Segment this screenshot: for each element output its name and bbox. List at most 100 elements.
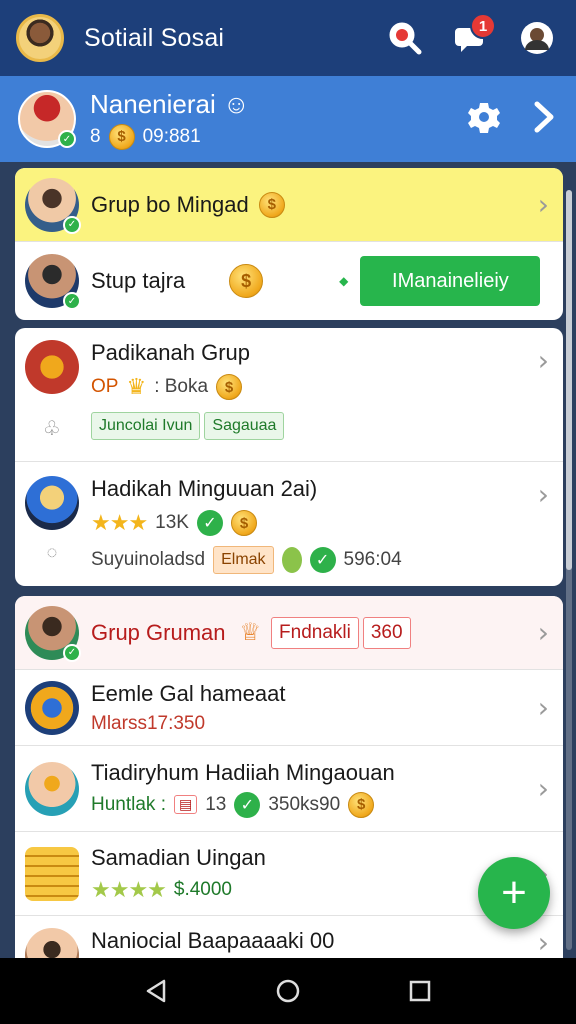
shield-icon: ◌ [46, 542, 58, 562]
app-header: Sotiail Sosai 1 [0, 0, 576, 76]
profile-stats: 8 $ 09:881 [90, 123, 466, 150]
check-icon: ✓ [309, 547, 336, 573]
avatar [25, 761, 79, 816]
list-item-subtitle: $.4000 [173, 878, 233, 900]
member-count: 13K [155, 512, 189, 533]
coin-icon: $ [108, 123, 135, 150]
list-item[interactable]: ♧ Padikanah Grup OP ♛ : Boka $ Juncolai … [15, 328, 563, 462]
coin-icon: $ [229, 264, 264, 298]
tag-chip[interactable]: Sagauaa [204, 412, 285, 440]
tag-chip[interactable]: Juncolai Ivun [91, 412, 201, 440]
list-item-title: Samadian Uingan [91, 844, 266, 870]
group-card-featured: ✓ Grup bo Mingad $ › ✓ Stup tajra $ ◆ IM… [15, 168, 563, 320]
list-item-title: Stup tajra [91, 268, 186, 293]
avatar [25, 476, 79, 530]
system-nav-bar [0, 958, 576, 1024]
group-card-rewards: ♧ Padikanah Grup OP ♛ : Boka $ Juncolai … [15, 328, 563, 586]
avatar [25, 340, 79, 394]
smiley-icon: ☺ [222, 88, 250, 119]
back-icon[interactable] [142, 977, 170, 1005]
verified-icon: ✓ [63, 643, 81, 662]
list-item[interactable]: Tiadiryhum Hadiiah Mingaouan Huntlak : ▤… [15, 746, 563, 832]
like-icon: ♧ [43, 418, 61, 440]
time-text: 596:04 [343, 549, 402, 570]
profile-avatar: ✓ [18, 90, 76, 148]
search-icon [389, 22, 422, 55]
chevron-right-icon: › [537, 478, 549, 511]
user-avatar[interactable] [16, 14, 64, 62]
list-item-title: Padikanah Grup [91, 340, 250, 365]
coin-icon: $ [230, 510, 257, 536]
tag-chip[interactable]: Fndnakli [271, 616, 359, 649]
list-item-title: Tiadiryhum Hadiiah Mingaouan [91, 759, 395, 785]
trophy-icon: ♕ [239, 619, 262, 646]
calendar-icon: ▤ [173, 795, 198, 814]
check-icon: ✓ [234, 791, 261, 818]
list-item-title: Grup bo Mingad [91, 191, 249, 217]
verified-icon: ✓ [58, 130, 76, 148]
search-button[interactable] [382, 15, 428, 61]
list-item-title: Grup Gruman [91, 619, 226, 645]
coin-stack-icon [25, 846, 79, 901]
coin-icon: $ [348, 791, 375, 818]
avatar: ✓ [25, 605, 81, 662]
list-item[interactable]: ✓ Grup Gruman ♕ Fndnakli 360 › [15, 596, 563, 670]
account-button[interactable] [514, 15, 560, 61]
chevron-right-icon [534, 101, 554, 132]
meta-prefix: OP [91, 376, 119, 397]
scrollbar-thumb[interactable] [566, 190, 572, 570]
chevron-right-icon: › [537, 691, 549, 724]
chevron-right-icon: › [537, 344, 549, 377]
avatar [25, 928, 79, 958]
notifications-button[interactable]: 1 [448, 13, 496, 61]
sub-number: 13 [205, 793, 227, 815]
list-item-title: Hadikah Minguuan 2ai) [91, 476, 318, 501]
chevron-right-icon: › [537, 616, 549, 649]
avatar [25, 680, 79, 735]
app-title: Sotiail Sosai [84, 23, 225, 52]
chevron-right-icon: › [537, 772, 549, 805]
coin-icon: $ [216, 374, 243, 400]
group-list[interactable]: ✓ Grup bo Mingad $ › ✓ Stup tajra $ ◆ IM… [0, 162, 576, 958]
dot-icon: ◆ [339, 274, 349, 288]
check-icon: ✓ [196, 510, 223, 536]
avatar: ✓ [25, 254, 81, 310]
home-icon[interactable] [274, 977, 302, 1005]
list-item[interactable]: Eemle Gal hameaat Mlarss17:350 › [15, 670, 563, 746]
avatar: ✓ [25, 177, 81, 234]
list-item-title: Eemle Gal hameaat [91, 680, 286, 706]
list-item-subtitle: Mlarss17:350 [91, 712, 206, 734]
manage-button[interactable]: IManainelieiy [360, 256, 541, 306]
notification-badge: 1 [470, 13, 496, 39]
profile-icon [521, 22, 553, 54]
meta-text: Suyuinoladsd [91, 549, 206, 570]
profile-name: Nanenierai [90, 88, 216, 119]
chevron-right-icon: › [537, 926, 549, 958]
profile-banner[interactable]: ✓ Nanenierai ☺ 8 $ 09:881 [0, 76, 576, 162]
stars-icon: ★★★ [91, 510, 148, 535]
tag-chip[interactable]: 360 [362, 616, 411, 649]
profile-coins: 09:881 [142, 125, 201, 147]
tag-chip[interactable]: Elmak [213, 546, 274, 574]
toggle-icon [281, 547, 302, 573]
meta-text: : Boka [154, 376, 209, 397]
gear-icon [468, 102, 500, 133]
coin-icon: $ [258, 191, 285, 218]
list-item-title: Naniocial Baapaaaaki 00 [91, 928, 335, 953]
settings-button[interactable] [466, 99, 502, 140]
recents-icon[interactable] [406, 977, 434, 1005]
list-item[interactable]: ✓ Grup bo Mingad $ › [15, 168, 563, 242]
add-group-button[interactable]: + [478, 857, 550, 929]
verified-icon: ✓ [63, 215, 81, 234]
sub-count: 350ks90 [268, 793, 341, 815]
profile-level: 8 [90, 125, 101, 147]
sub-label: Huntlak : [91, 793, 166, 815]
profile-chevron-button[interactable] [530, 100, 558, 139]
scrollbar[interactable] [566, 190, 572, 950]
chevron-right-icon: › [537, 188, 549, 221]
list-item[interactable]: ◌ Hadikah Minguuan 2ai) ★★★ 13K ✓ $ Suyu… [15, 462, 563, 586]
verified-icon: ✓ [63, 292, 81, 310]
list-item[interactable]: ✓ Stup tajra $ ◆ IManainelieiy [15, 242, 563, 320]
stars-icon: ★★★★ [91, 876, 167, 902]
list-item[interactable]: Naniocial Baapaaaaki 00 › [15, 916, 563, 958]
